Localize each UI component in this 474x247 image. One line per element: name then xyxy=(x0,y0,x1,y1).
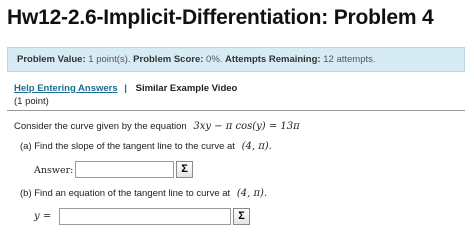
answer-label: Answer: xyxy=(34,165,74,176)
part-b-text: (b) Find an equation of the tangent line… xyxy=(20,188,231,199)
problem-prompt: Consider the curve given by the equation xyxy=(14,121,187,132)
part-b-point: (4, π). xyxy=(236,188,268,199)
sigma-icon[interactable]: Σ xyxy=(176,161,193,178)
problem-points: (1 point) xyxy=(14,96,49,107)
part-b-question: (b) Find an equation of the tangent line… xyxy=(20,188,267,199)
help-links: Help Entering Answers | Similar Example … xyxy=(14,83,237,94)
problem-score: 0%. xyxy=(206,54,223,65)
problem-value-label: Problem Value: xyxy=(17,54,86,65)
answer-b-input[interactable] xyxy=(59,208,231,225)
divider xyxy=(7,110,465,111)
problem-info-bar: Problem Value: 1 point(s). Problem Score… xyxy=(7,47,465,72)
problem-statement: Consider the curve given by the equation… xyxy=(14,121,300,132)
attempts-remaining: 12 attempts. xyxy=(323,54,376,65)
answer-a-input[interactable] xyxy=(75,161,174,178)
page-title: Hw12-2.6-Implicit-Differentiation: Probl… xyxy=(7,6,434,29)
part-a-text: (a) Find the slope of the tangent line t… xyxy=(20,141,235,152)
part-a-question: (a) Find the slope of the tangent line t… xyxy=(20,141,272,152)
curve-equation: 3xy − π cos(y) = 13π xyxy=(193,121,300,132)
sigma-icon[interactable]: Σ xyxy=(233,208,250,225)
attempts-remaining-label: Attempts Remaining: xyxy=(225,54,321,65)
help-entering-answers-link[interactable]: Help Entering Answers xyxy=(14,83,118,94)
problem-value: 1 point(s). xyxy=(88,54,131,65)
similar-example-video-link[interactable]: Similar Example Video xyxy=(136,83,238,94)
part-a-point: (4, π). xyxy=(241,141,272,152)
problem-score-label: Problem Score: xyxy=(133,54,204,65)
link-separator: | xyxy=(124,83,127,94)
y-equals-label: y = xyxy=(34,211,52,222)
